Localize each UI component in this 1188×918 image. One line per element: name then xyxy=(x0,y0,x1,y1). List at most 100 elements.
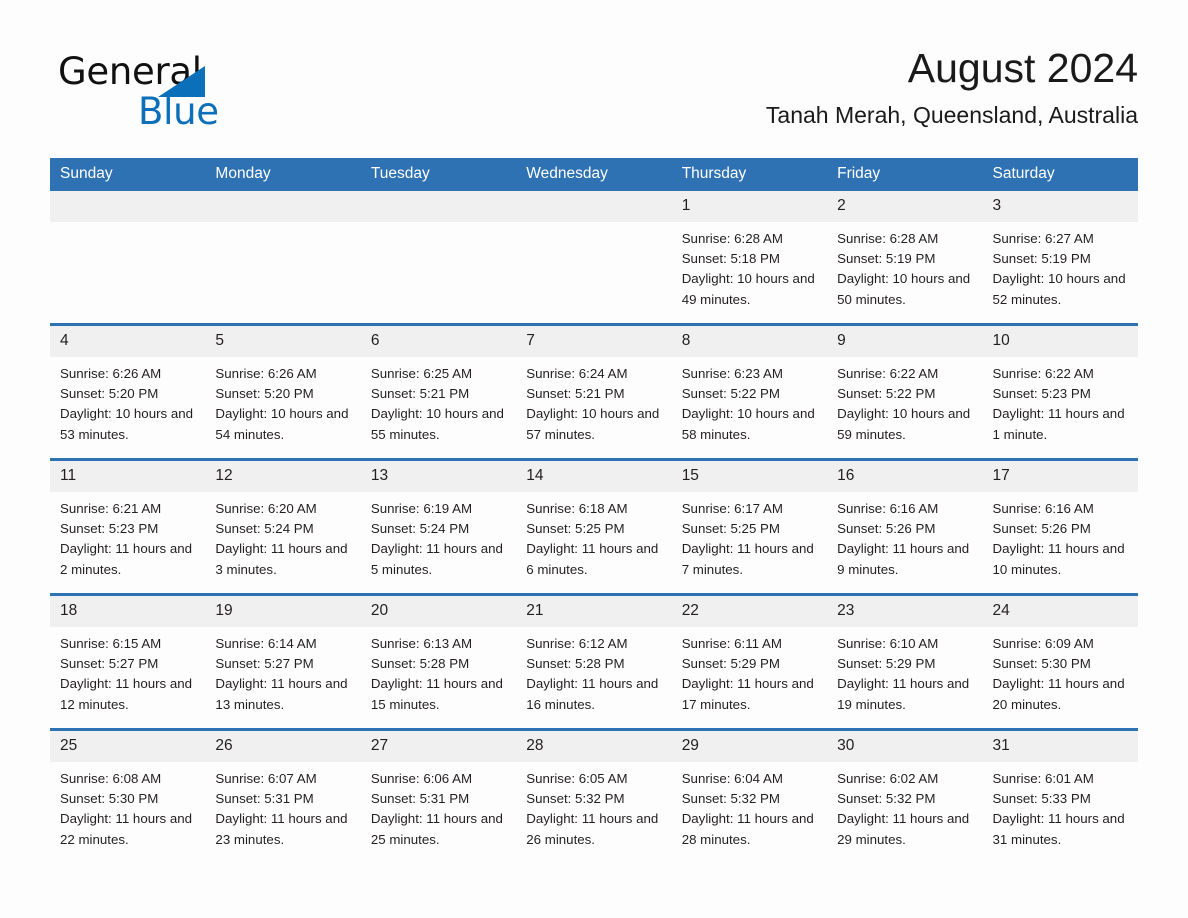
day-number: 26 xyxy=(205,731,361,762)
sunset-text: Sunset: 5:30 PM xyxy=(992,656,1091,672)
sunset-text: Sunset: 5:22 PM xyxy=(837,386,936,402)
sunrise-text: Sunrise: 6:06 AM xyxy=(370,771,473,786)
day-number: 12 xyxy=(205,461,361,492)
calendar-day-cell[interactable]: 18 Sunrise: 6:15 AM Sunset: 5:27 PM Dayligh… xyxy=(50,593,206,730)
calendar-day-cell[interactable]: 14 Sunrise: 6:18 AM Sunset: 5:25 PM Dayligh… xyxy=(516,458,672,595)
calendar-day-cell[interactable]: 7 Sunrise: 6:24 AM Sunset: 5:21 PM Daylight… xyxy=(516,323,672,460)
daylight-text: Daylight: 11 hours and 31 minutes. xyxy=(992,811,1125,847)
calendar-day-cell[interactable]: 13 Sunrise: 6:19 AM Sunset: 5:24 PM Dayligh… xyxy=(360,458,517,595)
day-details: Sunrise: 6:04 AM Sunset: 5:32 PM Daylight:… xyxy=(672,762,827,850)
day-number: 29 xyxy=(671,731,828,762)
sunset-text: Sunset: 5:27 PM xyxy=(60,656,159,672)
weekday-header-tuesday: Tuesday xyxy=(360,158,517,191)
daylight-text: Daylight: 10 hours and 52 minutes. xyxy=(992,271,1126,307)
sunset-text: Sunset: 5:23 PM xyxy=(60,521,159,537)
sunset-text: Sunset: 5:32 PM xyxy=(526,791,625,807)
daylight-text: Daylight: 10 hours and 58 minutes. xyxy=(681,406,815,442)
sunrise-text: Sunrise: 6:17 AM xyxy=(681,501,783,516)
calendar-day-cell[interactable]: 17 Sunrise: 6:16 AM Sunset: 5:26 PM Dayligh… xyxy=(982,458,1138,595)
day-number: 27 xyxy=(360,731,517,762)
day-number: 25 xyxy=(50,731,206,762)
day-number: 19 xyxy=(205,596,361,627)
sunset-text: Sunset: 5:32 PM xyxy=(681,791,780,807)
daylight-text: Daylight: 11 hours and 1 minute. xyxy=(992,406,1125,442)
calendar-page: General Blue August 2024 Tanah Merah, Qu… xyxy=(0,0,1188,918)
calendar-day-cell[interactable]: 31 Sunrise: 6:01 AM Sunset: 5:33 PM Dayligh… xyxy=(982,728,1138,863)
calendar-day-cell[interactable]: 23 Sunrise: 6:10 AM Sunset: 5:29 PM Dayligh… xyxy=(827,593,983,730)
daylight-text: Daylight: 11 hours and 20 minutes. xyxy=(992,676,1125,712)
day-number: 22 xyxy=(671,596,828,627)
day-number: 8 xyxy=(671,326,828,357)
calendar-day-cell[interactable]: 15 Sunrise: 6:17 AM Sunset: 5:25 PM Dayligh… xyxy=(671,458,828,595)
day-number: 30 xyxy=(827,731,983,762)
calendar-day-cell[interactable]: 9 Sunrise: 6:22 AM Sunset: 5:22 PM Daylight… xyxy=(827,323,983,460)
daylight-text: Daylight: 11 hours and 3 minutes. xyxy=(215,541,348,577)
calendar-day-cell[interactable]: 8 Sunrise: 6:23 AM Sunset: 5:22 PM Daylight… xyxy=(671,323,828,460)
weekday-header-saturday: Saturday xyxy=(982,158,1138,191)
daylight-text: Daylight: 10 hours and 53 minutes. xyxy=(60,406,194,442)
sunrise-text: Sunrise: 6:16 AM xyxy=(837,501,939,516)
weekday-header-wednesday: Wednesday xyxy=(516,158,672,191)
day-details: Sunrise: 6:05 AM Sunset: 5:32 PM Daylight:… xyxy=(516,762,671,850)
daylight-text: Daylight: 11 hours and 17 minutes. xyxy=(681,676,814,712)
sunset-text: Sunset: 5:25 PM xyxy=(526,521,625,537)
day-number: 10 xyxy=(982,326,1138,357)
day-details: Sunrise: 6:06 AM Sunset: 5:31 PM Daylight:… xyxy=(361,762,516,850)
calendar-day-cell[interactable]: 1 Sunrise: 6:28 AM Sunset: 5:18 PM Daylight… xyxy=(671,191,828,325)
day-details: Sunrise: 6:14 AM Sunset: 5:27 PM Daylight:… xyxy=(205,627,360,715)
sunrise-text: Sunrise: 6:28 AM xyxy=(681,231,783,246)
calendar-day-cell[interactable]: 16 Sunrise: 6:16 AM Sunset: 5:26 PM Dayligh… xyxy=(827,458,983,595)
calendar-day-cell[interactable]: 2 Sunrise: 6:28 AM Sunset: 5:19 PM Daylight… xyxy=(827,191,983,325)
daylight-text: Daylight: 11 hours and 5 minutes. xyxy=(370,541,503,577)
sunset-text: Sunset: 5:25 PM xyxy=(681,521,780,537)
calendar-day-cell[interactable]: 10 Sunrise: 6:22 AM Sunset: 5:23 PM Dayligh… xyxy=(982,323,1138,460)
day-details: Sunrise: 6:13 AM Sunset: 5:28 PM Daylight:… xyxy=(361,627,516,715)
calendar-day-cell[interactable]: 20 Sunrise: 6:13 AM Sunset: 5:28 PM Dayligh… xyxy=(360,593,517,730)
daylight-text: Daylight: 11 hours and 28 minutes. xyxy=(681,811,814,847)
sunset-text: Sunset: 5:26 PM xyxy=(837,521,936,537)
day-number: 2 xyxy=(827,191,983,222)
day-number: 11 xyxy=(50,461,206,492)
day-number: 1 xyxy=(671,191,828,222)
daylight-text: Daylight: 11 hours and 22 minutes. xyxy=(60,811,193,847)
day-number: 23 xyxy=(827,596,983,627)
calendar-day-cell[interactable]: 29 Sunrise: 6:04 AM Sunset: 5:32 PM Dayligh… xyxy=(671,728,828,863)
sunrise-text: Sunrise: 6:01 AM xyxy=(992,771,1094,786)
calendar-day-cell[interactable]: 19 Sunrise: 6:14 AM Sunset: 5:27 PM Dayligh… xyxy=(205,593,361,730)
calendar-day-cell[interactable]: 11 Sunrise: 6:21 AM Sunset: 5:23 PM Dayligh… xyxy=(50,458,206,595)
calendar-day-cell[interactable]: 27 Sunrise: 6:06 AM Sunset: 5:31 PM Dayligh… xyxy=(360,728,517,863)
daylight-text: Daylight: 11 hours and 26 minutes. xyxy=(526,811,659,847)
calendar-day-cell[interactable]: 30 Sunrise: 6:02 AM Sunset: 5:32 PM Dayligh… xyxy=(827,728,983,863)
day-details: Sunrise: 6:12 AM Sunset: 5:28 PM Daylight:… xyxy=(516,627,671,715)
sunset-text: Sunset: 5:31 PM xyxy=(215,791,314,807)
day-details: Sunrise: 6:18 AM Sunset: 5:25 PM Daylight:… xyxy=(516,492,671,580)
calendar-day-cell[interactable]: 4 Sunrise: 6:26 AM Sunset: 5:20 PM Daylight… xyxy=(50,323,206,460)
calendar-day-cell[interactable]: 6 Sunrise: 6:25 AM Sunset: 5:21 PM Daylight… xyxy=(360,323,517,460)
general-blue-logo[interactable]: General Blue xyxy=(58,52,248,134)
sunrise-text: Sunrise: 6:10 AM xyxy=(837,636,939,651)
day-details: Sunrise: 6:22 AM Sunset: 5:23 PM Daylight:… xyxy=(983,357,1138,445)
day-number: 9 xyxy=(827,326,983,357)
day-details: Sunrise: 6:21 AM Sunset: 5:23 PM Daylight:… xyxy=(50,492,205,580)
calendar-day-cell[interactable]: 5 Sunrise: 6:26 AM Sunset: 5:20 PM Daylight… xyxy=(205,323,361,460)
day-details: Sunrise: 6:24 AM Sunset: 5:21 PM Daylight:… xyxy=(516,357,671,445)
calendar-day-cell[interactable]: 26 Sunrise: 6:07 AM Sunset: 5:31 PM Dayligh… xyxy=(205,728,361,863)
calendar-day-cell-empty xyxy=(205,191,361,325)
sunset-text: Sunset: 5:21 PM xyxy=(526,386,625,402)
calendar-day-cell[interactable]: 25 Sunrise: 6:08 AM Sunset: 5:30 PM Dayligh… xyxy=(50,728,206,863)
calendar-day-cell[interactable]: 12 Sunrise: 6:20 AM Sunset: 5:24 PM Dayligh… xyxy=(205,458,361,595)
sunset-text: Sunset: 5:29 PM xyxy=(837,656,936,672)
sunset-text: Sunset: 5:27 PM xyxy=(215,656,314,672)
day-details: Sunrise: 6:16 AM Sunset: 5:26 PM Daylight:… xyxy=(983,492,1138,580)
daylight-text: Daylight: 10 hours and 50 minutes. xyxy=(837,271,971,307)
calendar-day-cell[interactable]: 21 Sunrise: 6:12 AM Sunset: 5:28 PM Dayligh… xyxy=(516,593,672,730)
weekday-header-monday: Monday xyxy=(205,158,361,191)
calendar-day-cell[interactable]: 22 Sunrise: 6:11 AM Sunset: 5:29 PM Dayligh… xyxy=(671,593,828,730)
day-number: 21 xyxy=(516,596,672,627)
sunrise-text: Sunrise: 6:11 AM xyxy=(681,636,782,651)
calendar-day-cell[interactable]: 3 Sunrise: 6:27 AM Sunset: 5:19 PM Daylight… xyxy=(982,191,1138,325)
day-details: Sunrise: 6:26 AM Sunset: 5:20 PM Daylight:… xyxy=(205,357,360,445)
calendar-day-cell[interactable]: 24 Sunrise: 6:09 AM Sunset: 5:30 PM Dayligh… xyxy=(982,593,1138,730)
calendar-day-cell[interactable]: 28 Sunrise: 6:05 AM Sunset: 5:32 PM Dayligh… xyxy=(516,728,672,863)
daylight-text: Daylight: 11 hours and 6 minutes. xyxy=(526,541,659,577)
